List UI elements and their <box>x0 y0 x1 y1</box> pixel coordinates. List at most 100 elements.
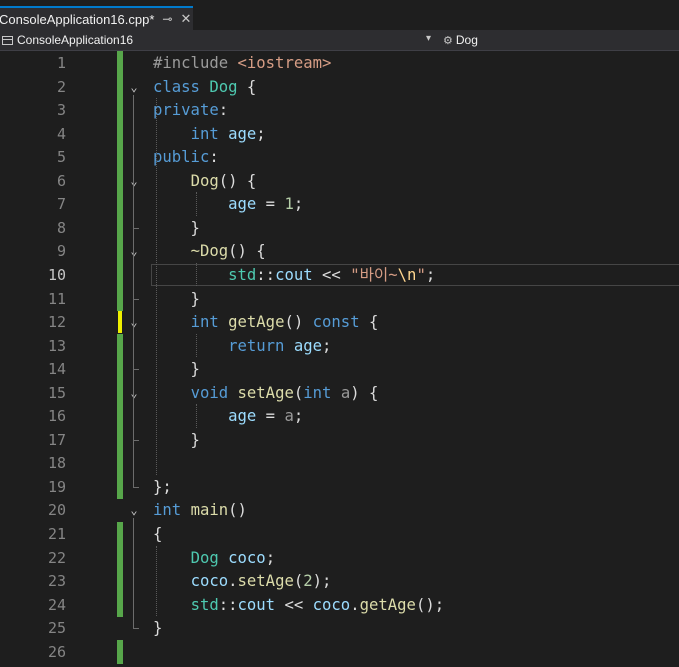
indent-guide <box>156 98 157 475</box>
code-line[interactable]: 15 ⌄ void setAge(int a) { <box>0 380 679 405</box>
fold-region-line <box>133 400 134 440</box>
code-token: }; <box>153 477 172 496</box>
code-token: Dog <box>209 77 238 96</box>
code-token: coco <box>228 548 266 567</box>
fold-toggle-icon[interactable]: ⌄ <box>127 240 141 262</box>
type-scope-dropdown[interactable]: ⚙ Dog <box>443 30 478 50</box>
code-line[interactable]: 20 ⌄ int main() <box>0 498 679 522</box>
fold-toggle-icon[interactable]: ⌄ <box>127 76 141 98</box>
code-line[interactable]: 8 } <box>0 215 679 240</box>
fold-region-line <box>133 518 134 629</box>
tab-consoleapplication16-cpp[interactable]: ConsoleApplication16.cpp* ⊸ ✕ <box>0 6 193 30</box>
code-token: () { <box>228 242 266 261</box>
fold-toggle-icon[interactable]: ⌄ <box>127 311 141 333</box>
code-text: #include <iostream> <box>153 52 331 74</box>
change-indicator-saved <box>117 380 123 405</box>
code-line[interactable]: 12 ⌄ int getAge() const { <box>0 310 679 334</box>
indent-guide <box>196 192 197 216</box>
code-editor[interactable]: 1 #include <iostream> 2 ⌄ class Dog {3 privat… <box>0 51 679 667</box>
code-line[interactable]: 18 <box>0 451 679 476</box>
code-token: " <box>416 265 426 284</box>
code-line[interactable]: 2 ⌄ class Dog { <box>0 74 679 99</box>
line-number: 11 <box>47 289 66 308</box>
project-name: ConsoleApplication16 <box>17 33 134 47</box>
code-token: ); <box>312 572 332 591</box>
code-token: main <box>190 501 229 520</box>
code-token: (); <box>415 595 445 614</box>
code-line[interactable]: 16 age = a; <box>0 404 679 429</box>
code-line[interactable]: 22 Dog coco; <box>0 545 679 570</box>
code-line[interactable]: 19}; <box>0 474 679 499</box>
code-token: std <box>228 265 257 284</box>
code-line[interactable]: 6 ⌄ Dog() { <box>0 168 679 193</box>
code-text: ~Dog() { <box>153 240 266 262</box>
code-token: :: <box>256 265 276 284</box>
code-line[interactable]: 10 std::cout << "바이~\n"; <box>0 262 679 287</box>
chevron-down-icon[interactable]: ▾ <box>426 33 431 44</box>
line-number: 3 <box>56 101 66 120</box>
code-token: public <box>153 148 210 167</box>
fold-toggle-icon[interactable]: ⌄ <box>127 170 141 192</box>
code-token: age <box>228 124 257 143</box>
project-scope-dropdown[interactable]: ConsoleApplication16 <box>0 30 440 50</box>
close-icon[interactable]: ✕ <box>180 11 191 27</box>
fold-toggle-icon[interactable]: ⌄ <box>127 499 141 521</box>
code-line[interactable]: 26 <box>0 639 679 664</box>
code-text: std::cout << coco.getAge(); <box>153 594 445 616</box>
code-token: coco <box>312 595 351 614</box>
code-line[interactable]: 25} <box>0 616 679 640</box>
code-line[interactable]: 21 { <box>0 522 679 546</box>
code-token: } <box>153 430 200 449</box>
code-token: coco <box>190 572 229 591</box>
change-indicator-saved <box>117 98 123 123</box>
code-line[interactable]: 23 coco.setAge(2); <box>0 569 679 594</box>
indent-guide <box>196 262 197 287</box>
code-token: : <box>218 101 229 120</box>
code-line[interactable]: 11 } <box>0 286 679 311</box>
line-number: 15 <box>47 383 66 402</box>
line-number: 20 <box>47 501 66 520</box>
line-number: 19 <box>47 477 66 496</box>
code-token: "바이~ <box>350 265 398 284</box>
code-token: { <box>237 77 257 96</box>
code-text: } <box>153 429 200 451</box>
code-line[interactable]: 9 ⌄ ~Dog() { <box>0 239 679 264</box>
line-number: 5 <box>56 148 66 167</box>
code-token: int <box>153 501 182 520</box>
code-line[interactable]: 3 private: <box>0 98 679 123</box>
code-line[interactable]: 5 public: <box>0 145 679 170</box>
navigation-bar: ConsoleApplication16 ▾ ⚙ Dog <box>0 30 679 51</box>
change-indicator-saved <box>117 239 123 264</box>
code-token: ; <box>265 548 276 567</box>
line-number: 4 <box>56 124 66 143</box>
code-token: getAge <box>359 595 416 614</box>
line-number: 17 <box>47 430 66 449</box>
fold-region-line <box>133 330 134 370</box>
fold-toggle-icon[interactable]: ⌄ <box>127 382 141 404</box>
line-number: 1 <box>56 54 66 72</box>
change-indicator-saved <box>117 215 123 240</box>
code-token: . <box>228 572 238 591</box>
code-line[interactable]: 1 #include <iostream> <box>0 51 679 75</box>
code-line[interactable]: 4 int age; <box>0 121 679 146</box>
project-icon <box>2 35 13 45</box>
code-line[interactable]: 14 } <box>0 357 679 382</box>
change-indicator-saved <box>117 168 123 193</box>
code-token: { <box>359 313 379 332</box>
line-number: 26 <box>47 642 66 661</box>
code-line[interactable]: 13 return age; <box>0 333 679 358</box>
code-line[interactable]: 17 } <box>0 427 679 452</box>
code-line[interactable]: 7 age = 1; <box>0 192 679 217</box>
code-token: cout <box>275 265 313 284</box>
code-token: 2 <box>303 572 313 591</box>
change-indicator-unsaved <box>118 311 122 334</box>
pin-icon[interactable]: ⊸ <box>162 12 172 26</box>
code-token: class <box>153 77 210 96</box>
code-line[interactable]: 24 std::cout << coco.getAge(); <box>0 592 679 617</box>
code-token: = <box>256 195 285 214</box>
